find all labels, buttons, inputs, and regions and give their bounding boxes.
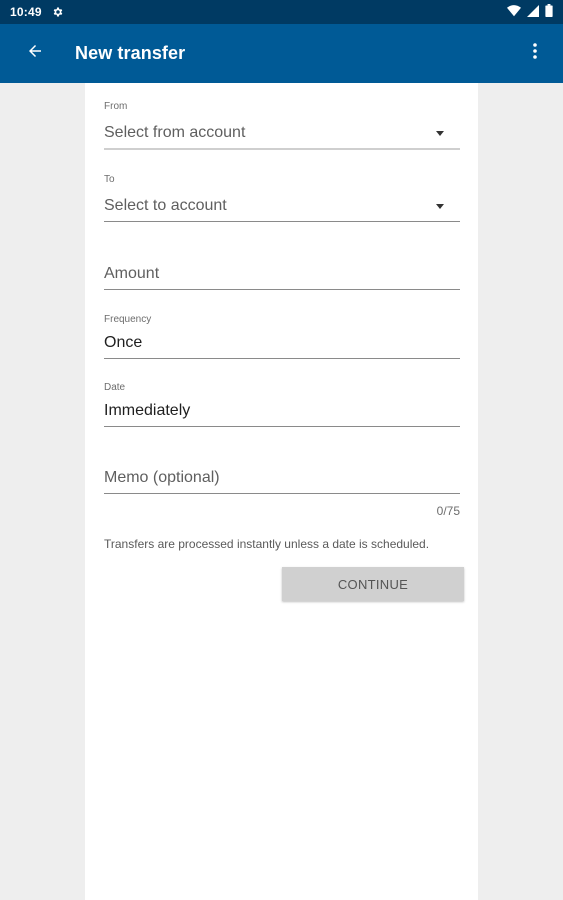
from-label: From — [104, 101, 128, 112]
more-options-button[interactable] — [523, 34, 547, 74]
dropdown-arrow-icon — [436, 203, 444, 209]
memo-underline — [104, 493, 460, 494]
from-account-field[interactable]: From Select from account — [104, 100, 460, 150]
amount-underline — [104, 289, 460, 290]
wifi-icon — [507, 4, 521, 20]
to-placeholder: Select to account — [104, 197, 227, 214]
date-label: Date — [104, 382, 126, 393]
frequency-input[interactable]: Once — [104, 330, 460, 356]
frequency-label: Frequency — [104, 314, 152, 325]
dropdown-arrow-icon — [436, 130, 444, 136]
memo-input[interactable]: Memo (optional) — [104, 465, 460, 491]
continue-button[interactable]: CONTINUE — [282, 567, 464, 601]
status-time: 10:49 — [10, 5, 42, 19]
to-account-select[interactable]: Select to account — [104, 193, 460, 219]
arrow-left-icon — [26, 42, 44, 65]
frequency-field[interactable]: Frequency Once — [104, 313, 460, 359]
memo-placeholder: Memo (optional) — [104, 469, 220, 486]
battery-icon — [545, 4, 553, 20]
status-bar: 10:49 — [0, 0, 563, 24]
page-title: New transfer — [75, 43, 186, 63]
back-button[interactable] — [15, 34, 55, 74]
gear-icon — [52, 6, 64, 18]
from-account-select[interactable]: Select from account — [104, 120, 460, 146]
date-input[interactable]: Immediately — [104, 398, 460, 424]
transfer-form-card: From Select from account To Select to ac… — [85, 83, 478, 900]
more-vert-icon — [533, 43, 537, 64]
helper-text: Transfers are processed instantly unless… — [104, 537, 430, 551]
memo-field[interactable]: Memo (optional) — [104, 465, 460, 494]
amount-field[interactable]: Amount — [104, 261, 460, 290]
date-field[interactable]: Date Immediately — [104, 381, 460, 427]
amount-input[interactable]: Amount — [104, 261, 460, 287]
from-placeholder: Select from account — [104, 124, 246, 141]
app-bar: New transfer — [0, 24, 563, 83]
frequency-value: Once — [104, 334, 143, 351]
date-value: Immediately — [104, 402, 191, 419]
date-underline — [104, 426, 460, 427]
frequency-underline — [104, 358, 460, 359]
to-account-field[interactable]: To Select to account — [104, 173, 460, 222]
to-label: To — [104, 174, 115, 185]
memo-char-counter: 0/75 — [436, 504, 460, 518]
from-underline — [104, 148, 460, 150]
to-underline — [104, 221, 460, 222]
signal-icon — [527, 4, 539, 20]
amount-placeholder: Amount — [104, 265, 160, 282]
